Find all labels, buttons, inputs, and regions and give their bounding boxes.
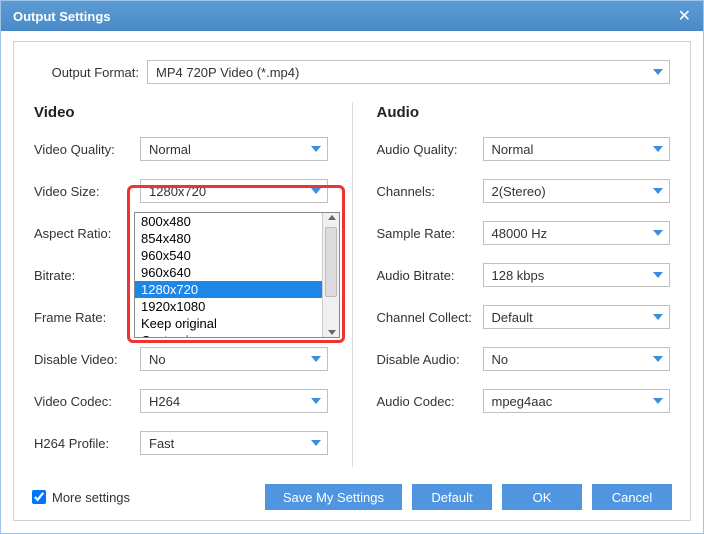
- disable-audio-label: Disable Audio:: [377, 352, 477, 367]
- audio-heading: Audio: [377, 104, 671, 121]
- scrollbar-thumb[interactable]: [325, 227, 337, 297]
- chevron-down-icon: [311, 398, 321, 404]
- ok-button[interactable]: OK: [502, 484, 582, 510]
- h264-profile-select[interactable]: Fast: [140, 431, 328, 455]
- list-item[interactable]: 1920x1080: [135, 298, 339, 315]
- sample-rate-select[interactable]: 48000 Hz: [483, 221, 671, 245]
- video-heading: Video: [34, 104, 328, 121]
- video-codec-select[interactable]: H264: [140, 389, 328, 413]
- titlebar: Output Settings ✕: [1, 1, 703, 31]
- more-settings-label: More settings: [52, 490, 130, 505]
- list-item[interactable]: 1280x720: [135, 281, 339, 298]
- output-format-value: MP4 720P Video (*.mp4): [156, 65, 299, 80]
- audio-bitrate-select[interactable]: 128 kbps: [483, 263, 671, 287]
- close-icon[interactable]: ✕: [678, 6, 691, 26]
- chevron-down-icon: [653, 146, 663, 152]
- window-title: Output Settings: [13, 9, 111, 24]
- chevron-down-icon: [653, 398, 663, 404]
- h264-profile-label: H264 Profile:: [34, 436, 134, 451]
- audio-column: Audio Audio Quality: Normal Channels: 2(…: [377, 96, 671, 473]
- default-button[interactable]: Default: [412, 484, 492, 510]
- disable-audio-select[interactable]: No: [483, 347, 671, 371]
- list-item[interactable]: 800x480: [135, 213, 339, 230]
- output-settings-dialog: Output Settings ✕ Output Format: MP4 720…: [0, 0, 704, 534]
- chevron-down-icon: [653, 69, 663, 75]
- channel-collect-label: Channel Collect:: [377, 310, 477, 325]
- list-item[interactable]: 960x640: [135, 264, 339, 281]
- chevron-down-icon: [311, 356, 321, 362]
- save-settings-button[interactable]: Save My Settings: [265, 484, 402, 510]
- chevron-down-icon: [653, 356, 663, 362]
- sample-rate-label: Sample Rate:: [377, 226, 477, 241]
- channels-select[interactable]: 2(Stereo): [483, 179, 671, 203]
- frame-rate-label: Frame Rate:: [34, 310, 134, 325]
- video-size-label: Video Size:: [34, 184, 134, 199]
- list-item[interactable]: 960x540: [135, 247, 339, 264]
- video-size-dropdown[interactable]: 800x480 854x480 960x540 960x640 1280x720…: [134, 212, 340, 338]
- chevron-down-icon: [653, 314, 663, 320]
- audio-bitrate-label: Audio Bitrate:: [377, 268, 477, 283]
- video-size-select[interactable]: 1280x720: [140, 179, 328, 203]
- more-settings-input[interactable]: [32, 490, 46, 504]
- channels-label: Channels:: [377, 184, 477, 199]
- chevron-down-icon: [311, 188, 321, 194]
- dialog-body: Output Format: MP4 720P Video (*.mp4) Vi…: [13, 41, 691, 521]
- disable-video-select[interactable]: No: [140, 347, 328, 371]
- chevron-down-icon: [653, 272, 663, 278]
- column-divider: [352, 102, 353, 467]
- output-format-select[interactable]: MP4 720P Video (*.mp4): [147, 60, 670, 84]
- list-item[interactable]: Keep original: [135, 315, 339, 332]
- list-item[interactable]: 854x480: [135, 230, 339, 247]
- audio-codec-label: Audio Codec:: [377, 394, 477, 409]
- more-settings-checkbox[interactable]: More settings: [32, 490, 130, 505]
- chevron-down-icon: [653, 230, 663, 236]
- chevron-down-icon: [653, 188, 663, 194]
- disable-video-label: Disable Video:: [34, 352, 134, 367]
- video-codec-label: Video Codec:: [34, 394, 134, 409]
- video-quality-label: Video Quality:: [34, 142, 134, 157]
- video-bitrate-label: Bitrate:: [34, 268, 134, 283]
- output-format-label: Output Format:: [34, 65, 139, 80]
- list-item[interactable]: Customize: [135, 332, 339, 338]
- channel-collect-select[interactable]: Default: [483, 305, 671, 329]
- audio-codec-select[interactable]: mpeg4aac: [483, 389, 671, 413]
- chevron-down-icon: [311, 440, 321, 446]
- cancel-button[interactable]: Cancel: [592, 484, 672, 510]
- video-quality-select[interactable]: Normal: [140, 137, 328, 161]
- audio-quality-label: Audio Quality:: [377, 142, 477, 157]
- chevron-down-icon: [311, 146, 321, 152]
- aspect-ratio-label: Aspect Ratio:: [34, 226, 134, 241]
- audio-quality-select[interactable]: Normal: [483, 137, 671, 161]
- scrollbar[interactable]: [322, 213, 339, 337]
